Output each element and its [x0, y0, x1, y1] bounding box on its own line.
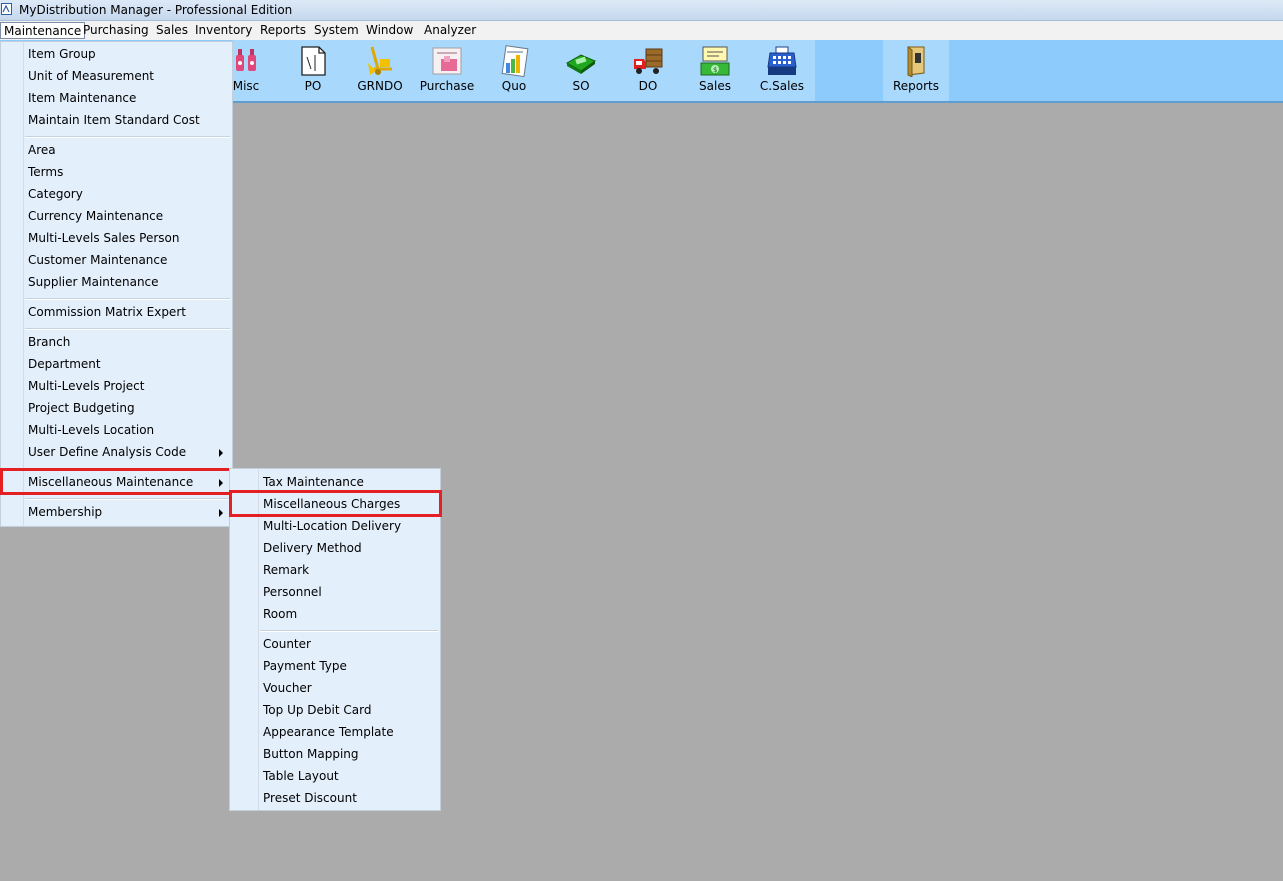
toolbar-button-so[interactable]: SO	[548, 40, 614, 101]
toolbar-label: Reports	[892, 79, 940, 93]
menu-item-voucher[interactable]: Voucher	[230, 677, 440, 699]
sales-order-icon	[565, 54, 597, 74]
menu-item-room[interactable]: Room	[230, 603, 440, 625]
menu-item-terms[interactable]: Terms	[1, 161, 232, 183]
menu-analyzer[interactable]: Analyzer	[421, 22, 479, 39]
menu-item-branch[interactable]: Branch	[1, 331, 232, 353]
menu-window[interactable]: Window	[363, 22, 416, 39]
menu-separator	[25, 498, 230, 500]
toolbar-label: C.Sales	[759, 79, 805, 93]
menu-item-currency-maintenance[interactable]: Currency Maintenance	[1, 205, 232, 227]
menu-item-personnel[interactable]: Personnel	[230, 581, 440, 603]
reports-book-icon	[907, 46, 925, 77]
submenu-arrow-icon	[219, 509, 223, 517]
menu-separator	[25, 298, 230, 300]
toolbar-label: Purchase	[419, 79, 475, 93]
menu-maintenance[interactable]: Maintenance	[0, 22, 86, 39]
menu-item-commission-matrix-expert[interactable]: Commission Matrix Expert	[1, 301, 232, 323]
toolbar-button-do[interactable]: DO	[615, 40, 681, 101]
menu-separator	[260, 630, 438, 632]
menu-item-department[interactable]: Department	[1, 353, 232, 375]
menu-item-category[interactable]: Category	[1, 183, 232, 205]
toolbar-button-grndo[interactable]: GRNDO	[347, 40, 413, 101]
toolbar-label: PO	[304, 79, 322, 93]
toolbar-label: Quo	[501, 79, 527, 93]
toolbar-label: Sales	[699, 79, 731, 93]
miscellaneous-submenu: Tax Maintenance Miscellaneous Charges Mu…	[229, 468, 441, 811]
misc-icon	[236, 49, 256, 71]
toolbar-button-sales[interactable]: $ Sales	[682, 40, 748, 101]
menu-item-multi-levels-location[interactable]: Multi-Levels Location	[1, 419, 232, 441]
menu-item-customer-maintenance[interactable]: Customer Maintenance	[1, 249, 232, 271]
menu-item-area[interactable]: Area	[1, 139, 232, 161]
menu-system[interactable]: System	[311, 22, 362, 39]
toolbar-label: DO	[638, 79, 658, 93]
submenu-arrow-icon	[219, 449, 223, 457]
menu-item-table-layout[interactable]: Table Layout	[230, 765, 440, 787]
menu-item-button-mapping[interactable]: Button Mapping	[230, 743, 440, 765]
menu-item-maintain-item-standard-cost[interactable]: Maintain Item Standard Cost	[1, 109, 232, 131]
menu-item-multi-location-delivery[interactable]: Multi-Location Delivery	[230, 515, 440, 537]
menu-separator	[25, 136, 230, 138]
menu-item-multi-levels-sales-person[interactable]: Multi-Levels Sales Person	[1, 227, 232, 249]
menu-reports[interactable]: Reports	[257, 22, 309, 39]
window-title: MyDistribution Manager - Professional Ed…	[19, 3, 293, 17]
menu-separator	[25, 328, 230, 330]
toolbar-button-purchase[interactable]: Purchase	[414, 40, 480, 101]
menu-purchasing[interactable]: Purchasing	[80, 22, 152, 39]
menu-item-counter[interactable]: Counter	[230, 633, 440, 655]
menu-item-top-up-debit-card[interactable]: Top Up Debit Card	[230, 699, 440, 721]
document-icon	[301, 46, 326, 76]
highlight-box-miscellaneous-charges	[229, 490, 442, 517]
hand-truck-icon	[368, 46, 392, 75]
menu-item-unit-of-measurement[interactable]: Unit of Measurement	[1, 65, 232, 87]
menu-item-appearance-template[interactable]: Appearance Template	[230, 721, 440, 743]
title-bar: MyDistribution Manager - Professional Ed…	[0, 0, 1283, 21]
toolbar-button-quo[interactable]: Quo	[481, 40, 547, 101]
purchase-icon	[432, 47, 462, 75]
toolbar-label: SO	[572, 79, 590, 93]
cash-register-icon	[767, 46, 797, 75]
menu-item-remark[interactable]: Remark	[230, 559, 440, 581]
menu-item-preset-discount[interactable]: Preset Discount	[230, 787, 440, 809]
svg-text:$: $	[713, 66, 717, 74]
maintenance-dropdown: Item Group Unit of Measurement Item Main…	[0, 41, 233, 527]
delivery-truck-icon	[634, 48, 663, 74]
cash-invoice-icon: $	[700, 46, 730, 76]
toolbar-button-po[interactable]: PO	[280, 40, 346, 101]
menu-item-item-maintenance[interactable]: Item Maintenance	[1, 87, 232, 109]
menu-item-payment-type[interactable]: Payment Type	[230, 655, 440, 677]
menu-item-supplier-maintenance[interactable]: Supplier Maintenance	[1, 271, 232, 293]
menu-item-delivery-method[interactable]: Delivery Method	[230, 537, 440, 559]
highlight-box-miscellaneous-maintenance	[0, 468, 233, 495]
menu-item-user-define-analysis-code[interactable]: User Define Analysis Code	[1, 441, 232, 463]
menu-item-multi-levels-project[interactable]: Multi-Levels Project	[1, 375, 232, 397]
menu-item-item-group[interactable]: Item Group	[1, 43, 232, 65]
menu-item-membership[interactable]: Membership	[1, 501, 232, 523]
menu-sales[interactable]: Sales	[153, 22, 191, 39]
menu-inventory[interactable]: Inventory	[192, 22, 255, 39]
app-icon	[1, 3, 12, 15]
toolbar-label: GRNDO	[357, 79, 403, 93]
quotation-icon	[501, 45, 529, 77]
toolbar-button-reports[interactable]: Reports	[883, 40, 949, 101]
menu-bar: Maintenance Purchasing Sales Inventory R…	[0, 21, 1283, 41]
toolbar-button-csales[interactable]: C.Sales	[749, 40, 815, 101]
menu-item-project-budgeting[interactable]: Project Budgeting	[1, 397, 232, 419]
